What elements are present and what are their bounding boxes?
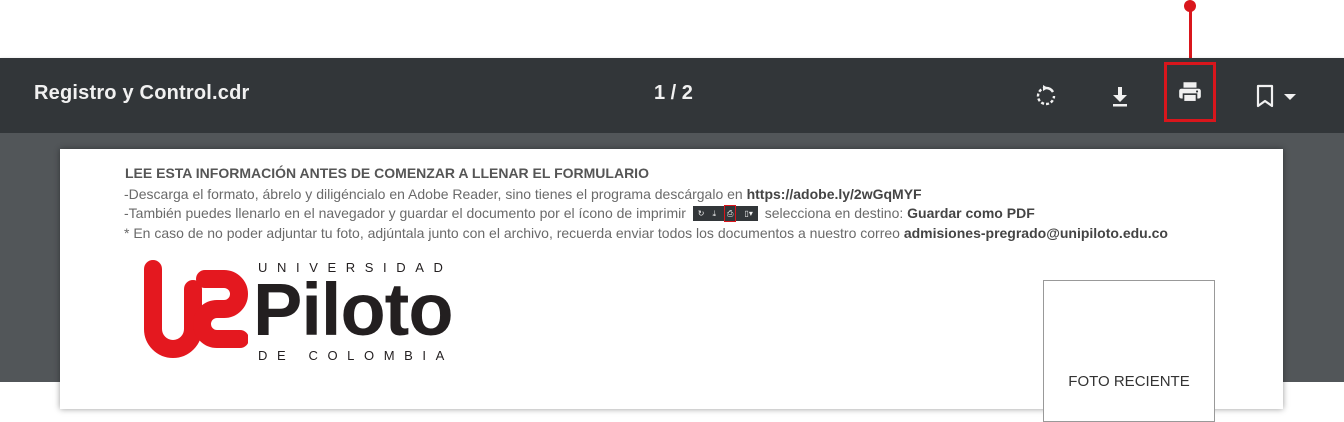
annotation-marker-line bbox=[1189, 6, 1192, 63]
download-button[interactable] bbox=[1100, 76, 1140, 116]
download-icon bbox=[1113, 87, 1127, 107]
notice-line-photo-text: * En caso de no poder adjuntar tu foto, … bbox=[124, 225, 904, 241]
notice-line-print: -También puedes llenarlo en el navegador… bbox=[124, 204, 1035, 222]
notice-line-photo: * En caso de no poder adjuntar tu foto, … bbox=[124, 225, 1168, 241]
logo-piloto-text: Piloto bbox=[253, 268, 454, 351]
print-icon bbox=[1179, 82, 1201, 103]
notice-line-download: -Descarga el formato, ábrelo y diligénci… bbox=[124, 186, 922, 202]
notice-line-print-text: -También puedes llenarlo en el navegador… bbox=[124, 205, 686, 221]
photo-upload-box: FOTO RECIENTE bbox=[1043, 280, 1215, 422]
admissions-email: admisiones-pregrado@unipiloto.edu.co bbox=[903, 225, 1168, 241]
notice-heading: LEE ESTA INFORMACIÓN ANTES DE COMENZAR A… bbox=[125, 165, 649, 181]
mini-toolbar-illustration: ↻ ⤓ ⎙ ▯▾ bbox=[692, 204, 758, 222]
document-title: Registro y Control.cdr bbox=[34, 82, 250, 104]
notice-line-print-after: selecciona en destino: bbox=[764, 205, 908, 221]
mini-rotate-icon: ↻ bbox=[697, 208, 705, 218]
pdf-page: LEE ESTA INFORMACIÓN ANTES DE COMENZAR A… bbox=[60, 149, 1283, 422]
document-viewport[interactable]: LEE ESTA INFORMACIÓN ANTES DE COMENZAR A… bbox=[0, 133, 1344, 422]
pdf-viewer-toolbar: Registro y Control.cdr 1 / 2 bbox=[0, 58, 1344, 133]
university-logo-mark-icon bbox=[144, 260, 248, 358]
rotate-button[interactable] bbox=[1026, 76, 1066, 116]
notice-line-download-text: -Descarga el formato, ábrelo y diligénci… bbox=[124, 186, 747, 202]
print-button[interactable] bbox=[1164, 62, 1216, 122]
save-as-pdf-label: Guardar como PDF bbox=[907, 205, 1035, 221]
caret-down-icon bbox=[1284, 94, 1296, 100]
mini-download-icon: ⤓ bbox=[712, 208, 717, 218]
rotate-icon bbox=[1036, 85, 1056, 106]
bookmark-icon bbox=[1256, 84, 1274, 108]
mini-bookmark-icon: ▯▾ bbox=[744, 208, 753, 218]
adobe-link[interactable]: https://adobe.ly/2wGqMYF bbox=[747, 186, 922, 202]
logo-de-colombia-text: DE COLOMBIA bbox=[258, 348, 454, 363]
mini-print-icon: ⎙ bbox=[724, 204, 737, 222]
bookmark-menu-button[interactable] bbox=[1244, 76, 1308, 116]
page-indicator: 1 / 2 bbox=[654, 82, 693, 104]
